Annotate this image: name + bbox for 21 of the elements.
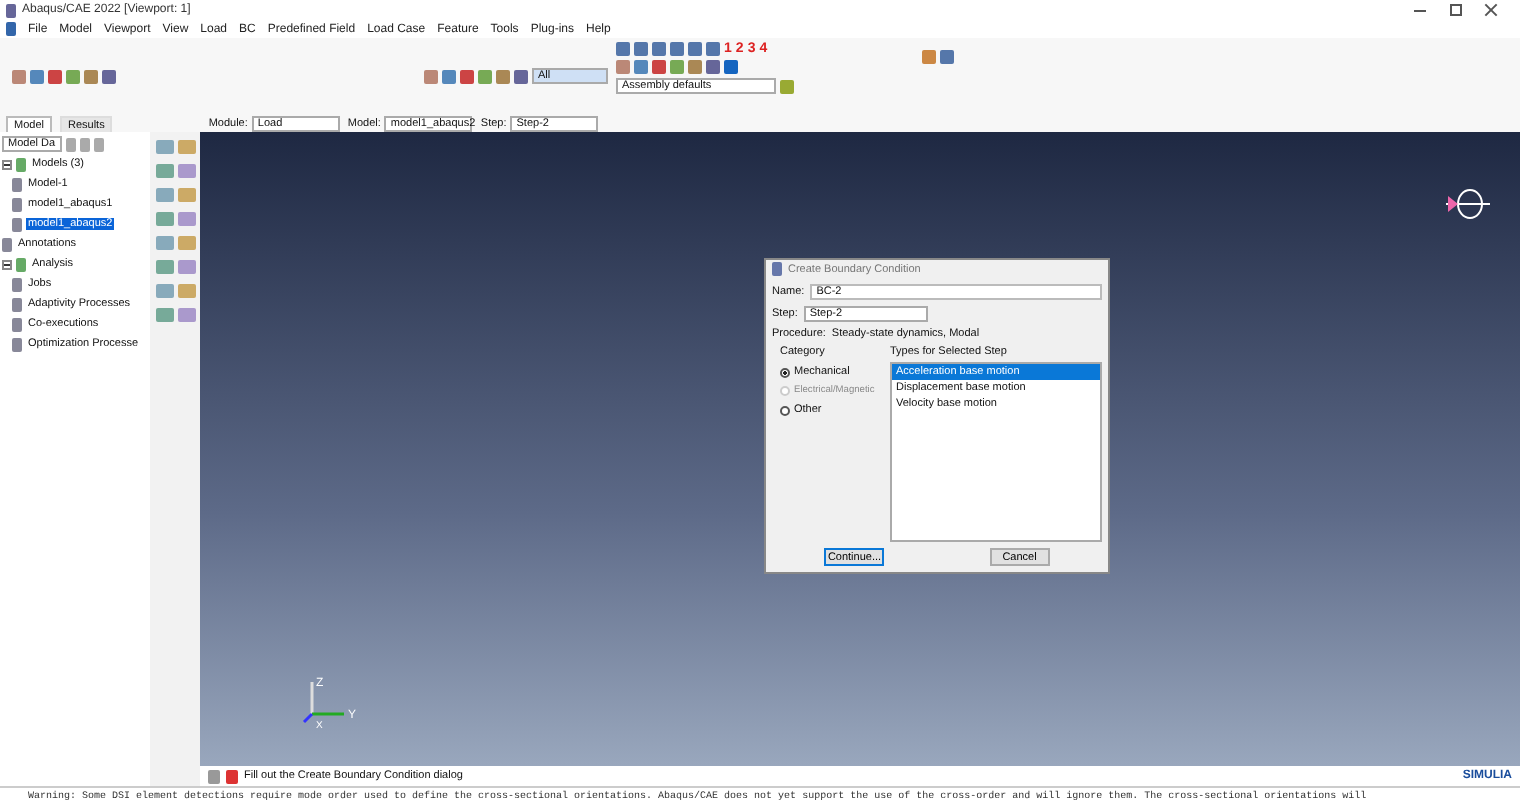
folder-icon bbox=[16, 157, 26, 171]
node-icon bbox=[12, 177, 22, 191]
folder-icon bbox=[16, 257, 26, 271]
cancel-icon[interactable] bbox=[226, 769, 238, 783]
toolbar-icon[interactable] bbox=[780, 79, 794, 93]
maximize-button[interactable] bbox=[1450, 4, 1462, 16]
rotation-axis-icon bbox=[1446, 188, 1490, 220]
dialog-icon bbox=[772, 262, 782, 276]
close-button[interactable] bbox=[1486, 4, 1498, 16]
minimize-button[interactable] bbox=[1414, 4, 1426, 12]
node-icon bbox=[12, 297, 22, 311]
node-icon bbox=[12, 337, 22, 351]
node-icon bbox=[12, 197, 22, 211]
node-icon bbox=[12, 217, 22, 231]
node-icon bbox=[12, 277, 22, 291]
info-icon[interactable] bbox=[724, 60, 738, 74]
node-icon bbox=[12, 317, 22, 331]
node-icon bbox=[2, 237, 12, 251]
back-icon[interactable] bbox=[208, 769, 220, 783]
expander-icon[interactable] bbox=[2, 259, 12, 269]
expander-icon[interactable] bbox=[2, 159, 12, 169]
